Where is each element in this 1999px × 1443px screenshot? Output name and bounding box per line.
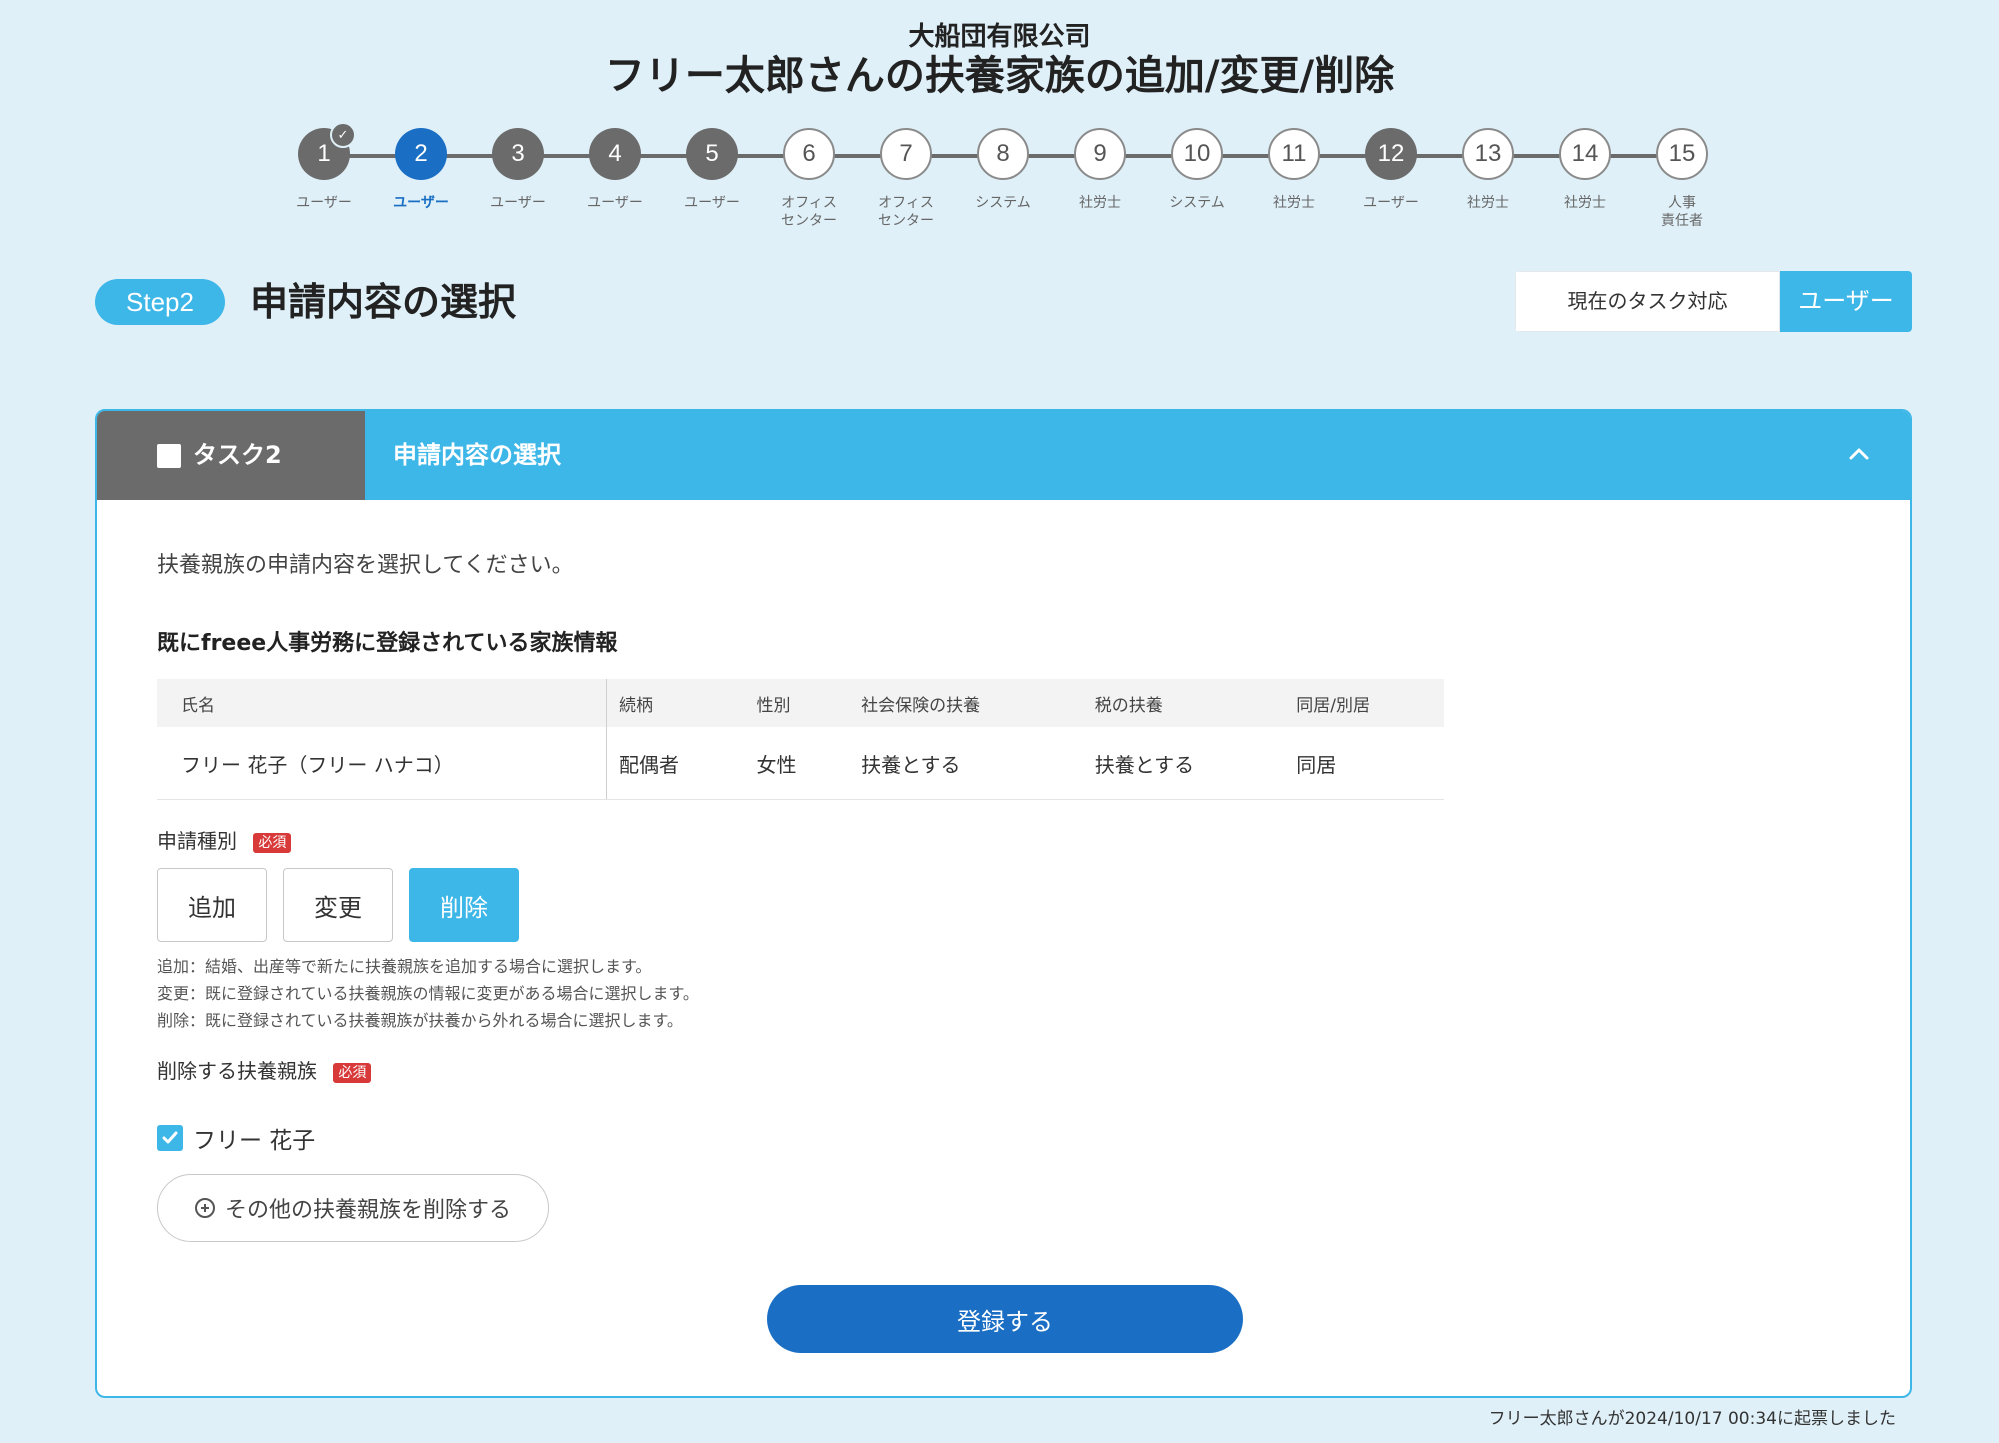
step-number: 13 [1474, 140, 1502, 167]
step-circle: 7 [880, 128, 932, 180]
delete-other-dependent-label: その他の扶養親族を削除する [224, 1198, 511, 1223]
step-label: 人事 責任者 [1661, 195, 1703, 229]
type-add-button[interactable]: 追加 [157, 868, 267, 942]
required-badge: 必須 [253, 832, 292, 853]
application-type-help: 追加：結婚、出産等で新たに扶養親族を追加する場合に選択します。 変更：既に登録さ… [157, 953, 699, 1034]
page-header: 大船団有限公司 フリー太郎さんの扶養家族の追加/変更/削除 [0, 22, 1999, 100]
step-circle: 2 [395, 128, 447, 180]
step-circle: 4 [589, 128, 641, 180]
chevron-up-icon[interactable] [1848, 443, 1870, 465]
cell-tax: 扶養とする [1082, 727, 1285, 800]
required-badge: 必須 [333, 1062, 372, 1083]
step-number: 14 [1571, 140, 1599, 167]
register-button[interactable]: 登録する [767, 1285, 1243, 1353]
page-title: フリー太郎さんの扶養家族の追加/変更/削除 [604, 53, 1395, 99]
step-pill: Step2 [95, 279, 225, 325]
current-task-label: 現在のタスク対応 [1515, 271, 1780, 332]
cell-name: フリー 花子（フリー ハナコ） [157, 727, 607, 800]
application-type-buttons: 追加 変更 削除 [157, 868, 519, 942]
cell-social-insurance: 扶養とする [849, 727, 1083, 800]
task-tab-label: タスク2 [193, 441, 282, 469]
delete-target-label-text: 削除する扶養親族 [157, 1059, 317, 1083]
table-header-row: 氏名 続柄 性別 社会保険の扶養 税の扶養 同居/別居 [157, 679, 1444, 727]
step-number: 6 [802, 140, 816, 167]
step-circle: 1 ✓ [298, 122, 356, 180]
check-icon [162, 1131, 178, 1144]
column-header-name: 氏名 [157, 679, 607, 727]
step-number: 1 [317, 140, 331, 167]
delete-target-name: フリー 花子 [193, 1128, 316, 1154]
task-card: タスク2 申請内容の選択 扶養親族の申請内容を選択してください。 既にfreee… [95, 409, 1912, 1398]
column-header-relation: 続柄 [606, 679, 745, 727]
application-type-label: 申請種別 必須 [157, 827, 292, 855]
step-number: 12 [1377, 140, 1405, 167]
step-number: 9 [1093, 140, 1107, 167]
delete-other-dependent-button[interactable]: その他の扶養親族を削除する [157, 1174, 549, 1242]
step-circle: 13 [1462, 128, 1514, 180]
step-circle: 12 [1365, 128, 1417, 180]
step-number: 3 [511, 140, 525, 167]
created-by-note: フリー太郎さんが2024/10/17 00:34に起票しました [1488, 1409, 1896, 1429]
task-square-icon [157, 444, 181, 468]
card-header[interactable]: タスク2 申請内容の選択 [97, 411, 1910, 500]
step-circle: 8 [977, 128, 1029, 180]
step-circle: 15 [1656, 128, 1708, 180]
step-number: 10 [1183, 140, 1211, 167]
current-task-status: 現在のタスク対応 ユーザー [1515, 271, 1912, 332]
company-name: 大船団有限公司 [908, 22, 1091, 52]
step-circle: 9 [1074, 128, 1126, 180]
step-circle: 3 [492, 128, 544, 180]
cell-relation: 配偶者 [606, 727, 745, 800]
step-number: 7 [899, 140, 913, 167]
help-delete: 削除：既に登録されている扶養親族が扶養から外れる場合に選択します。 [157, 1011, 683, 1030]
step-number: 8 [996, 140, 1010, 167]
step-circle: 11 [1268, 128, 1320, 180]
step-circle: 5 [686, 128, 738, 180]
help-add: 追加：結婚、出産等で新たに扶養親族を追加する場合に選択します。 [157, 957, 652, 976]
delete-target-checkbox[interactable] [157, 1125, 183, 1151]
step-circle: 6 [783, 128, 835, 180]
column-header-cohabitation: 同居/別居 [1284, 679, 1444, 727]
help-change: 変更：既に登録されている扶養親族の情報に変更がある場合に選択します。 [157, 984, 699, 1003]
step-circle: 14 [1559, 128, 1611, 180]
section-title: 申請内容の選択 [250, 280, 517, 324]
step-number: 4 [608, 140, 622, 167]
table-row: フリー 花子（フリー ハナコ） 配偶者 女性 扶養とする 扶養とする 同居 [157, 727, 1444, 800]
application-type-label-text: 申請種別 [157, 829, 237, 853]
instruction-text: 扶養親族の申請内容を選択してください。 [157, 553, 574, 578]
step-circle: 10 [1171, 128, 1223, 180]
cell-gender: 女性 [744, 727, 850, 800]
workflow-stepper: 1 ✓ ユーザー 2 ユーザー 3 ユーザー 4 ユーザー 5 ユーザー 6 オフィス センター 7 オフィ… [296, 122, 1712, 236]
delete-target-checkbox-row[interactable]: フリー 花子 [157, 1121, 315, 1155]
delete-target-label: 削除する扶養親族 必須 [157, 1057, 372, 1085]
column-header-tax: 税の扶養 [1082, 679, 1285, 727]
step-number: 2 [414, 140, 428, 167]
column-header-gender: 性別 [744, 679, 850, 727]
step-number: 11 [1281, 140, 1307, 167]
step-15: 15 人事 責任者 [1622, 124, 1742, 230]
family-table: 氏名 続柄 性別 社会保険の扶養 税の扶養 同居/別居 フリー 花子（フリー ハ… [157, 679, 1444, 800]
type-delete-button[interactable]: 削除 [409, 868, 519, 942]
family-info-heading: 既にfreee人事労務に登録されている家族情報 [157, 631, 618, 656]
column-header-social-insurance: 社会保険の扶養 [849, 679, 1083, 727]
step-number: 5 [705, 140, 719, 167]
cell-cohabitation: 同居 [1284, 727, 1444, 800]
card-header-title: 申請内容の選択 [393, 441, 561, 469]
check-badge-icon: ✓ [330, 122, 356, 148]
step-number: 15 [1668, 140, 1696, 167]
plus-circle-icon [194, 1198, 215, 1218]
current-task-assignee: ユーザー [1780, 271, 1912, 332]
type-change-button[interactable]: 変更 [283, 868, 393, 942]
task-tab: タスク2 [97, 411, 365, 500]
